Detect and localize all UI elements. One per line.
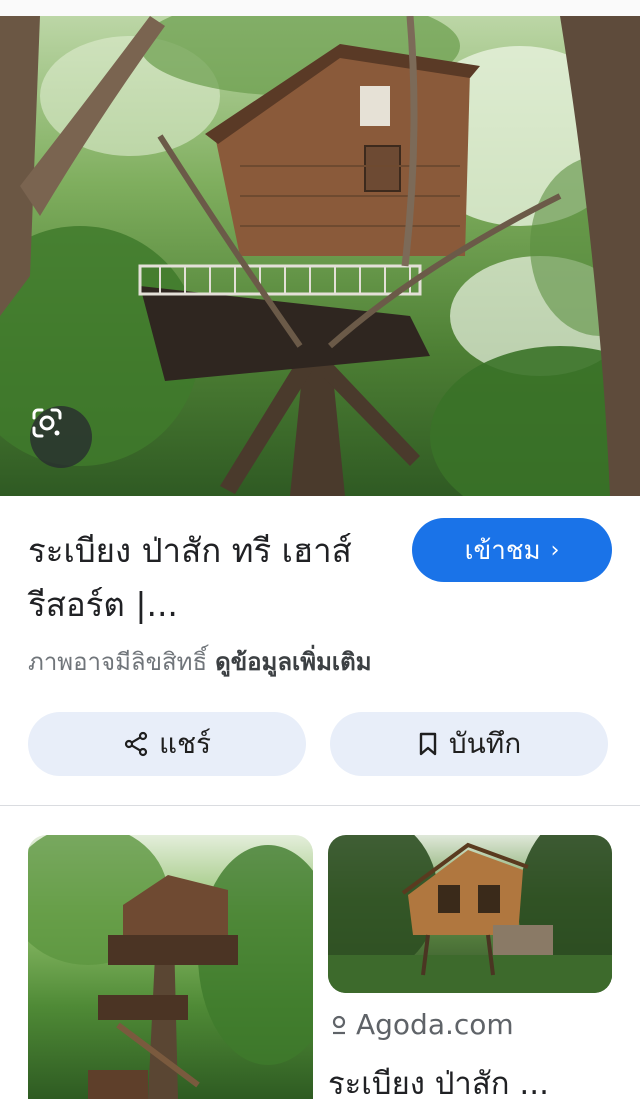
share-label: แชร์ xyxy=(158,727,212,760)
status-strip xyxy=(0,0,640,16)
related-title[interactable]: ระเบียง ป่าสัก ... xyxy=(328,1058,549,1108)
copyright-notice: ภาพอาจมีลิขสิทธิ์ ดูข้อมูลเพิ่มเติม xyxy=(28,642,372,681)
related-image-2[interactable] xyxy=(328,835,612,993)
share-button[interactable]: แชร์ xyxy=(28,712,306,776)
share-icon xyxy=(124,731,148,757)
chevron-right-icon: › xyxy=(550,537,560,563)
more-info-link[interactable]: ดูข้อมูลเพิ่มเติม xyxy=(215,648,371,676)
visit-label: เข้าชม xyxy=(464,535,541,566)
save-button[interactable]: บันทึก xyxy=(330,712,608,776)
section-divider xyxy=(0,805,640,806)
treehouse-image xyxy=(0,16,640,496)
save-label: บันทึก xyxy=(448,727,522,760)
result-title[interactable]: ระเบียง ป่าสัก ทรี เฮาส์ รีสอร์ต |... xyxy=(28,524,378,632)
google-lens-icon xyxy=(32,408,62,438)
related-treehouse-image-2 xyxy=(328,835,612,993)
google-lens-button[interactable] xyxy=(30,406,92,468)
related-source[interactable]: Agoda.com xyxy=(330,1008,514,1041)
copyright-text: ภาพอาจมีลิขสิทธิ์ xyxy=(28,648,208,676)
search-icon xyxy=(332,1015,346,1034)
related-image-1[interactable] xyxy=(28,835,313,1099)
bookmark-icon xyxy=(419,732,437,756)
related-treehouse-image xyxy=(28,835,313,1099)
related-source-name: Agoda.com xyxy=(356,1008,514,1041)
main-image[interactable] xyxy=(0,16,640,496)
visit-button[interactable]: เข้าชม › xyxy=(412,518,612,582)
